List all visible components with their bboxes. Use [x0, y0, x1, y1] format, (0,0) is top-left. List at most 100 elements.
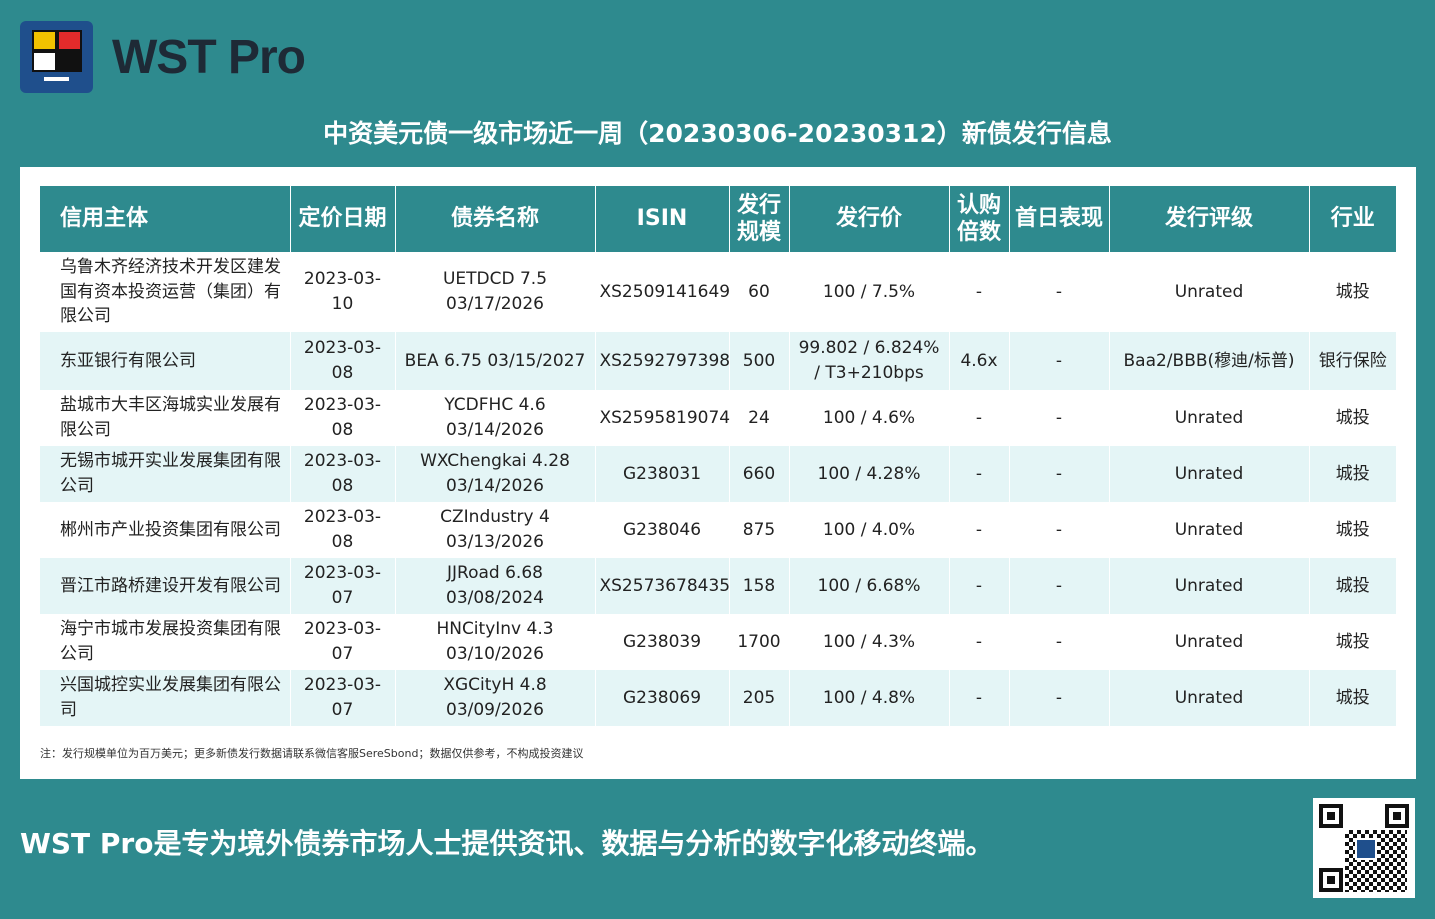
header-first-day: 首日表现 [1009, 186, 1110, 252]
table-row: 无锡市城开实业发展集团有限公司 2023-03-08 WXChengkai 4.28… [40, 446, 1396, 502]
cell-industry: 城投 [1309, 446, 1396, 502]
cell-isin: XS2509141649 [595, 252, 730, 332]
cell-date: 2023-03-08 [290, 502, 396, 558]
header-isin: ISIN [595, 186, 730, 252]
cell-isin: G238046 [595, 502, 730, 558]
table-row: 海宁市城市发展投资集团有限公司 2023-03-07 HNCityInv 4.3 0… [40, 614, 1396, 670]
cell-size: 24 [729, 390, 790, 446]
brand-name: WST Pro [112, 31, 306, 84]
cell-price: 100 / 4.3% [789, 614, 950, 670]
cell-bond: JJRoad 6.68 03/08/2024 [395, 558, 596, 614]
cell-size: 500 [729, 332, 790, 390]
cell-industry: 城投 [1309, 502, 1396, 558]
cell-date: 2023-03-08 [290, 446, 396, 502]
header-industry: 行业 [1309, 186, 1396, 252]
cell-date: 2023-03-07 [290, 614, 396, 670]
cell-rating: Unrated [1109, 252, 1310, 332]
cell-bond: BEA 6.75 03/15/2027 [395, 332, 596, 390]
header-issue-price: 发行价 [789, 186, 950, 252]
cell-date: 2023-03-08 [290, 332, 396, 390]
cell-date: 2023-03-10 [290, 252, 396, 332]
table-row: 东亚银行有限公司 2023-03-08 BEA 6.75 03/15/2027 XS2… [40, 332, 1396, 390]
cell-isin: G238039 [595, 614, 730, 670]
cell-rating: Unrated [1109, 670, 1310, 726]
page-title: 中资美元债一级市场近一周（20230306-20230312）新债发行信息 [323, 119, 1112, 148]
cell-price: 100 / 4.28% [789, 446, 950, 502]
cell-bond: WXChengkai 4.28 03/14/2026 [395, 446, 596, 502]
cell-date: 2023-03-07 [290, 670, 396, 726]
cell-cover: - [949, 614, 1010, 670]
cell-cover: - [949, 558, 1010, 614]
cell-issuer: 盐城市大丰区海城实业发展有限公司 [40, 390, 291, 446]
wst-pro-logo-icon [20, 21, 93, 93]
cell-issuer: 兴国城控实业发展集团有限公司 [40, 670, 291, 726]
header-pricing-date: 定价日期 [290, 186, 396, 252]
cell-cover: - [949, 390, 1010, 446]
cell-date: 2023-03-07 [290, 558, 396, 614]
header-bond-name: 债券名称 [395, 186, 596, 252]
cell-cover: - [949, 502, 1010, 558]
cell-rating: Unrated [1109, 390, 1310, 446]
table-row: 盐城市大丰区海城实业发展有限公司 2023-03-08 YCDFHC 4.6 03/… [40, 390, 1396, 446]
cell-industry: 城投 [1309, 558, 1396, 614]
cell-isin: XS2595819074 [595, 390, 730, 446]
cell-price: 100 / 4.6% [789, 390, 950, 446]
table-header-row: 信用主体 定价日期 债券名称 ISIN 发行规模 发行价 认购倍数 首日表现 发… [40, 186, 1396, 252]
footnote: 注：发行规模单位为百万美元；更多新债发行数据请联系微信客服SereSbond；数… [40, 747, 584, 760]
cell-cover: - [949, 252, 1010, 332]
cell-price: 99.802 / 6.824% / T3+210bps [789, 332, 950, 390]
cell-bond: XGCityH 4.8 03/09/2026 [395, 670, 596, 726]
cell-industry: 银行保险 [1309, 332, 1396, 390]
table-row: 乌鲁木齐经济技术开发区建发国有资本投资运营（集团）有限公司 2023-03-10 U… [40, 252, 1396, 332]
header-rating: 发行评级 [1109, 186, 1310, 252]
cell-price: 100 / 7.5% [789, 252, 950, 332]
new-bond-table: 信用主体 定价日期 债券名称 ISIN 发行规模 发行价 认购倍数 首日表现 发… [40, 186, 1396, 726]
cell-first-day: - [1009, 614, 1110, 670]
cell-first-day: - [1009, 446, 1110, 502]
cell-size: 205 [729, 670, 790, 726]
cell-rating: Unrated [1109, 558, 1310, 614]
header-issuer: 信用主体 [40, 186, 291, 252]
cell-industry: 城投 [1309, 252, 1396, 332]
cell-issuer: 东亚银行有限公司 [40, 332, 291, 390]
cell-isin: XS2592797398 [595, 332, 730, 390]
cell-bond: UETDCD 7.5 03/17/2026 [395, 252, 596, 332]
cell-first-day: - [1009, 332, 1110, 390]
cell-price: 100 / 4.8% [789, 670, 950, 726]
cell-isin: G238031 [595, 446, 730, 502]
cell-industry: 城投 [1309, 390, 1396, 446]
tagline: WST Pro是专为境外债券市场人士提供资讯、数据与分析的数字化移动终端。 [20, 827, 994, 860]
cell-issuer: 海宁市城市发展投资集团有限公司 [40, 614, 291, 670]
cell-issuer: 晋江市路桥建设开发有限公司 [40, 558, 291, 614]
cell-cover: - [949, 670, 1010, 726]
cell-rating: Baa2/BBB(穆迪/标普) [1109, 332, 1310, 390]
cell-date: 2023-03-08 [290, 390, 396, 446]
cell-size: 875 [729, 502, 790, 558]
qr-code-icon [1313, 798, 1415, 898]
cell-bond: CZIndustry 4 03/13/2026 [395, 502, 596, 558]
header-cover-ratio: 认购倍数 [949, 186, 1010, 252]
cell-cover: - [949, 446, 1010, 502]
cell-industry: 城投 [1309, 670, 1396, 726]
cell-cover: 4.6x [949, 332, 1010, 390]
cell-isin: G238069 [595, 670, 730, 726]
header-issue-size: 发行规模 [729, 186, 790, 252]
cell-first-day: - [1009, 670, 1110, 726]
cell-isin: XS2573678435 [595, 558, 730, 614]
cell-size: 660 [729, 446, 790, 502]
cell-size: 60 [729, 252, 790, 332]
cell-first-day: - [1009, 390, 1110, 446]
cell-price: 100 / 4.0% [789, 502, 950, 558]
cell-issuer: 乌鲁木齐经济技术开发区建发国有资本投资运营（集团）有限公司 [40, 252, 291, 332]
cell-rating: Unrated [1109, 614, 1310, 670]
cell-bond: YCDFHC 4.6 03/14/2026 [395, 390, 596, 446]
cell-issuer: 无锡市城开实业发展集团有限公司 [40, 446, 291, 502]
cell-rating: Unrated [1109, 446, 1310, 502]
cell-price: 100 / 6.68% [789, 558, 950, 614]
cell-issuer: 郴州市产业投资集团有限公司 [40, 502, 291, 558]
cell-size: 1700 [729, 614, 790, 670]
cell-industry: 城投 [1309, 614, 1396, 670]
table-row: 郴州市产业投资集团有限公司 2023-03-08 CZIndustry 4 03/1… [40, 502, 1396, 558]
bond-table-panel: WST Pro 信用主体 定价日期 债券名称 ISIN 发行规模 发行价 认购倍… [20, 167, 1416, 779]
cell-first-day: - [1009, 252, 1110, 332]
